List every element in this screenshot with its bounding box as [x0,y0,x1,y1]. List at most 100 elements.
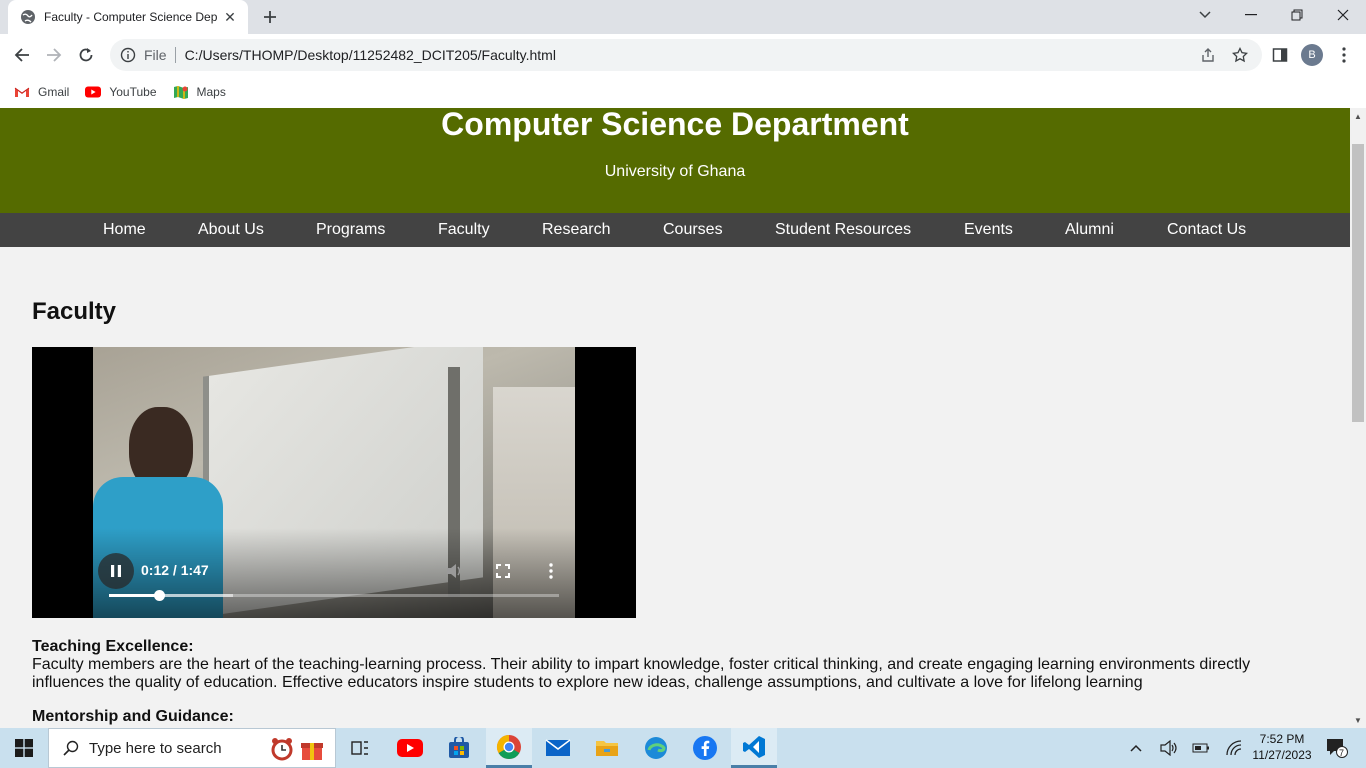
bookmark-label: YouTube [109,85,157,99]
vscode-icon [743,735,765,758]
bookmark-star-button[interactable] [1226,39,1254,71]
taskbar-youtube[interactable] [387,728,433,768]
bookmark-youtube[interactable]: YouTube [85,85,157,99]
faculty-text: Teaching Excellence: Faculty members are… [32,638,1272,728]
search-icon [63,740,79,756]
close-tab-icon[interactable]: ✕ [222,9,238,25]
browser-tab[interactable]: Faculty - Computer Science Dep ✕ [8,0,248,34]
chevron-up-icon [1130,744,1142,752]
nav-events[interactable]: Events [964,221,1013,239]
nav-programs[interactable]: Programs [316,221,385,239]
star-icon [1232,47,1248,63]
nav-student-resources[interactable]: Student Resources [775,221,911,239]
nav-contact-us[interactable]: Contact Us [1167,221,1246,239]
youtube-icon [397,739,423,757]
gift-icon [301,743,323,760]
reload-button[interactable] [72,41,100,69]
mute-button[interactable] [443,559,467,583]
notifications-button[interactable]: 7 [1320,728,1354,768]
nav-faculty[interactable]: Faculty [438,221,490,239]
video-time: 0:12 / 1:47 [141,562,209,578]
back-button[interactable] [8,41,36,69]
task-view-icon [351,741,368,755]
section-title: Teaching Excellence: [32,638,194,655]
nav-research[interactable]: Research [542,221,610,239]
gmail-icon [14,87,30,97]
edge-icon [645,737,667,759]
close-window-button[interactable] [1320,0,1366,30]
video-progress-bar[interactable] [109,590,559,601]
maps-icon [173,86,188,99]
info-icon[interactable] [120,47,136,63]
side-panel-button[interactable] [1266,41,1294,69]
page-scrollbar[interactable]: ▲ ▼ [1350,108,1366,728]
taskbar-chrome[interactable] [486,728,532,768]
taskbar-file-explorer[interactable] [584,728,630,768]
new-tab-button[interactable] [258,5,282,29]
page-title: Faculty [32,298,117,325]
chevron-down-icon [1199,11,1211,19]
restore-button[interactable] [1274,0,1320,30]
section-body: Faculty members are the heart of the tea… [32,656,1251,691]
taskbar: Type here to search 7:52 PM 11/27/2023 7 [0,728,1366,768]
kebab-menu-icon [549,563,553,579]
bookmarks-bar: Gmail YouTube Maps [0,76,1366,108]
share-button[interactable] [1194,39,1222,71]
browser-toolbar: File C:/Users/THOMP/Desktop/11252482_DCI… [0,34,1366,76]
browser-menu-button[interactable] [1330,41,1358,69]
taskbar-edge[interactable] [633,728,679,768]
site-header: Computer Science Department University o… [0,108,1350,213]
volume-icon [447,564,461,578]
pause-icon [111,565,121,577]
globe-icon [21,10,35,24]
nav-alumni[interactable]: Alumni [1065,221,1114,239]
notification-count: 7 [1339,748,1345,758]
fullscreen-button[interactable] [491,559,515,583]
forward-button[interactable] [40,41,68,69]
minimize-button[interactable] [1228,0,1274,30]
taskbar-facebook[interactable] [682,728,728,768]
taskbar-mail[interactable] [535,728,581,768]
url-text[interactable]: C:/Users/THOMP/Desktop/11252482_DCIT205/… [185,47,1262,63]
taskbar-store[interactable] [436,728,482,768]
side-panel-icon [1272,48,1288,62]
video-player[interactable]: 0:12 / 1:47 [32,347,636,618]
taskbar-search[interactable]: Type here to search [48,728,336,768]
pause-button[interactable] [98,553,134,589]
site-nav: Home About Us Programs Faculty Research … [0,213,1350,247]
alarm-clock-icon [271,738,293,761]
scroll-down-arrow-icon[interactable]: ▼ [1350,712,1366,728]
scheme-label: File [144,47,167,63]
task-view-button[interactable] [337,728,383,768]
start-button[interactable] [0,728,48,768]
show-hidden-icons-button[interactable] [1126,728,1146,768]
video-options-button[interactable] [539,559,563,583]
plus-icon [264,11,276,23]
youtube-icon [85,86,102,98]
scrollbar-thumb[interactable] [1352,144,1364,422]
battery-icon [1192,743,1209,753]
taskbar-vscode[interactable] [731,728,777,768]
address-bar[interactable]: File C:/Users/THOMP/Desktop/11252482_DCI… [110,39,1262,71]
system-clock[interactable]: 7:52 PM 11/27/2023 [1248,731,1316,763]
tab-search-button[interactable] [1182,0,1228,30]
section-teaching: Teaching Excellence: Faculty members are… [32,638,1272,692]
arrow-left-icon [14,48,29,62]
bookmark-maps[interactable]: Maps [173,85,226,99]
windows-icon [15,739,33,757]
nav-about-us[interactable]: About Us [198,221,264,239]
mail-icon [545,739,571,756]
reload-icon [79,48,93,62]
restore-icon [1291,9,1303,21]
nav-home[interactable]: Home [103,221,146,239]
scroll-up-arrow-icon[interactable]: ▲ [1350,108,1366,124]
battery-button[interactable] [1190,728,1212,768]
wifi-icon [1226,740,1242,756]
volume-button[interactable] [1158,728,1180,768]
bookmark-gmail[interactable]: Gmail [14,85,69,99]
nav-courses[interactable]: Courses [663,221,723,239]
search-placeholder: Type here to search [89,739,222,757]
profile-avatar[interactable]: B [1301,44,1323,66]
close-icon [1337,9,1349,21]
network-button[interactable] [1222,728,1246,768]
